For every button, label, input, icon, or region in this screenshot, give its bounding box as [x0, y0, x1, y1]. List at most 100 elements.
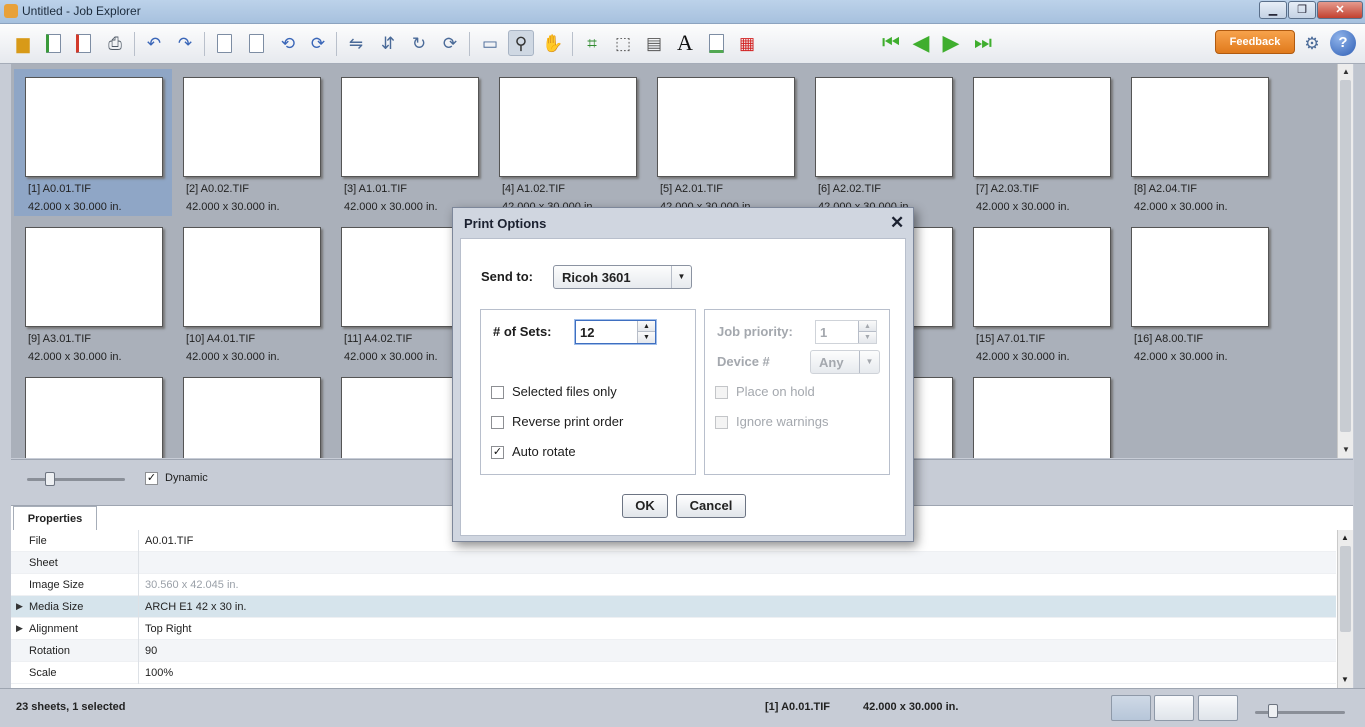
- thumbnail-item[interactable]: [10] A4.01.TIF 42.000 x 30.000 in.: [172, 219, 330, 366]
- mirror-v-icon[interactable]: ⇵: [375, 30, 401, 56]
- selected-files-checkbox[interactable]: [491, 386, 504, 399]
- page-copy-2-icon[interactable]: [243, 30, 269, 56]
- slider-knob[interactable]: [45, 472, 55, 486]
- thumbnail-caption: [8] A2.04.TIF: [1134, 183, 1197, 195]
- property-key: Image Size: [29, 579, 85, 591]
- thumbnail-item[interactable]: [15] A7.01.TIF 42.000 x 30.000 in.: [962, 219, 1120, 366]
- properties-scrollbar[interactable]: ▲ ▼: [1337, 530, 1353, 688]
- sets-stepper[interactable]: 12 ▲ ▼: [575, 320, 656, 344]
- rotate-left-icon[interactable]: ⟲: [275, 30, 301, 56]
- property-row[interactable]: ▶ Alignment Top Right: [11, 618, 1336, 640]
- crop-icon[interactable]: ⌗: [579, 30, 605, 56]
- thumbnail-item[interactable]: [3] A1.01.TIF 42.000 x 30.000 in.: [330, 69, 488, 216]
- rotate-right-icon[interactable]: ⟳: [305, 30, 331, 56]
- open-folder-icon[interactable]: ▆: [10, 30, 36, 56]
- undo-icon[interactable]: ↶: [141, 30, 167, 56]
- thumbnail-item[interactable]: [9] A3.01.TIF 42.000 x 30.000 in.: [14, 219, 172, 366]
- sheet-preview: [183, 377, 321, 458]
- sheet-preview: [25, 77, 163, 177]
- minimize-button[interactable]: ▁: [1259, 1, 1287, 19]
- color-grid-icon[interactable]: ▦: [734, 30, 760, 56]
- sheet-preview: [973, 77, 1111, 177]
- property-row[interactable]: Scale 100%: [11, 662, 1336, 684]
- close-icon[interactable]: ✕: [890, 213, 904, 233]
- page-copy-icon[interactable]: [211, 30, 237, 56]
- last-page-icon[interactable]: ⏭: [970, 30, 996, 56]
- zoom-icon[interactable]: ⚲: [508, 30, 534, 56]
- pan-icon[interactable]: ✋: [540, 30, 566, 56]
- send-to-select[interactable]: Ricoh 3601 ▼: [553, 265, 692, 289]
- property-row[interactable]: Rotation 90: [11, 640, 1336, 662]
- place-on-hold-checkbox[interactable]: [715, 386, 728, 399]
- property-row[interactable]: Image Size 30.560 x 42.045 in.: [11, 574, 1336, 596]
- print-icon[interactable]: ⎙: [102, 30, 128, 56]
- remove-file-icon[interactable]: [70, 30, 96, 56]
- thumbnail-item[interactable]: [6] A2.02.TIF 42.000 x 30.000 in.: [804, 69, 962, 216]
- print-options-dialog: Print Options ✕ Send to: Ricoh 3601 ▼ # …: [452, 207, 914, 542]
- thumbnail-item[interactable]: [14, 369, 172, 458]
- zoom-slider-knob[interactable]: [1268, 704, 1278, 718]
- dynamic-checkbox[interactable]: ✓: [145, 472, 158, 485]
- ignore-warnings-checkbox[interactable]: [715, 416, 728, 429]
- blank-page-icon[interactable]: [703, 30, 729, 56]
- thumbnail-item[interactable]: [962, 369, 1120, 458]
- scrollbar-thumb[interactable]: [1340, 546, 1351, 632]
- thumbnail-item[interactable]: [4] A1.02.TIF 42.000 x 30.000 in.: [488, 69, 646, 216]
- thumbnail-scrollbar[interactable]: ▲ ▼: [1337, 64, 1353, 458]
- annotate-icon[interactable]: ▤: [641, 30, 667, 56]
- scrollbar-thumb[interactable]: [1340, 80, 1351, 432]
- rotate-sheet-icon[interactable]: ↻: [406, 30, 432, 56]
- cancel-button[interactable]: Cancel: [676, 494, 746, 518]
- ok-button[interactable]: OK: [622, 494, 668, 518]
- job-priority-stepper[interactable]: 1 ▲ ▼: [815, 320, 877, 344]
- thumbnail-caption: [5] A2.01.TIF: [660, 183, 723, 195]
- thumbnail-item[interactable]: [7] A2.03.TIF 42.000 x 30.000 in.: [962, 69, 1120, 216]
- sets-label: # of Sets:: [493, 324, 552, 339]
- auto-rotate-checkbox[interactable]: ✓: [491, 446, 504, 459]
- chevron-down-icon[interactable]: ▼: [858, 332, 876, 343]
- view-list-button[interactable]: [1198, 695, 1238, 721]
- expand-icon[interactable]: ▶: [16, 623, 23, 634]
- prev-page-icon[interactable]: ◀: [908, 30, 934, 56]
- thumbnail-item[interactable]: [8] A2.04.TIF 42.000 x 30.000 in.: [1120, 69, 1278, 216]
- property-row[interactable]: ▶ Media Size ARCH E1 42 x 30 in.: [11, 596, 1336, 618]
- view-thumbnails-button[interactable]: [1154, 695, 1194, 721]
- thumbnail-item[interactable]: [1] A0.01.TIF 42.000 x 30.000 in.: [14, 69, 172, 216]
- select-area-icon[interactable]: ⬚: [610, 30, 636, 56]
- close-button[interactable]: ✕: [1317, 1, 1363, 19]
- scroll-up-icon[interactable]: ▲: [1341, 67, 1351, 77]
- chevron-up-icon[interactable]: ▲: [637, 321, 655, 332]
- view-single-button[interactable]: [1111, 695, 1151, 721]
- property-row[interactable]: Sheet: [11, 552, 1336, 574]
- add-file-icon[interactable]: [40, 30, 66, 56]
- side-panel-edge[interactable]: [1354, 64, 1365, 704]
- feedback-button[interactable]: Feedback: [1215, 30, 1295, 54]
- reverse-order-checkbox[interactable]: [491, 416, 504, 429]
- chevron-down-icon[interactable]: ▼: [637, 332, 655, 343]
- chevron-up-icon[interactable]: ▲: [858, 321, 876, 332]
- scroll-down-icon[interactable]: ▼: [1341, 445, 1351, 455]
- device-select[interactable]: Any ▼: [810, 350, 880, 374]
- fit-window-icon[interactable]: ▭: [477, 30, 503, 56]
- thumbnail-item[interactable]: [172, 369, 330, 458]
- redo-icon[interactable]: ↷: [172, 30, 198, 56]
- thumbnail-item[interactable]: [2] A0.02.TIF 42.000 x 30.000 in.: [172, 69, 330, 216]
- expand-icon[interactable]: ▶: [16, 601, 23, 612]
- settings-gear-icon[interactable]: ⚙: [1299, 30, 1325, 56]
- refresh-icon[interactable]: ⟳: [437, 30, 463, 56]
- maximize-button[interactable]: ❐: [1288, 1, 1316, 19]
- scroll-down-icon[interactable]: ▼: [1341, 675, 1349, 684]
- next-page-icon[interactable]: ▶: [938, 30, 964, 56]
- text-tool-icon[interactable]: A: [672, 30, 698, 56]
- first-page-icon[interactable]: ⏮: [878, 30, 904, 56]
- thumbnail-caption: [1] A0.01.TIF: [28, 183, 91, 195]
- thumbnail-item[interactable]: [5] A2.01.TIF 42.000 x 30.000 in.: [646, 69, 804, 216]
- thumbnail-item[interactable]: [16] A8.00.TIF 42.000 x 30.000 in.: [1120, 219, 1278, 366]
- thumbnail-size: 42.000 x 30.000 in.: [344, 201, 438, 213]
- help-icon[interactable]: ?: [1330, 30, 1356, 56]
- scroll-up-icon[interactable]: ▲: [1341, 533, 1349, 542]
- tab-properties[interactable]: Properties: [13, 506, 97, 530]
- send-to-value: Ricoh 3601: [562, 270, 631, 285]
- thumbnail-size-slider[interactable]: [27, 478, 125, 481]
- mirror-h-icon[interactable]: ⇋: [343, 30, 369, 56]
